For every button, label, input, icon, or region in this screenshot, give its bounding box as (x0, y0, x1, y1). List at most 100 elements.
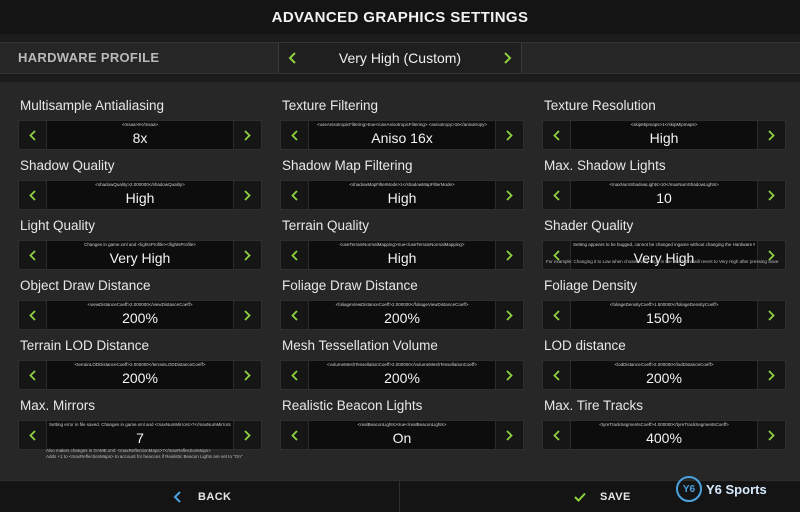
config-hint: Setting error in file saved. Changes in … (49, 422, 231, 427)
back-button[interactable]: BACK (172, 481, 231, 512)
setting-light-quality: Light Quality Changes in game.xml and <l… (18, 218, 262, 270)
value-selector[interactable]: <skipMipmaps>1</skipMipmaps> High (542, 120, 786, 150)
setting-realistic-beacon-lights: Realistic Beacon Lights <realBeaconLight… (280, 398, 524, 450)
hardware-profile-label: HARDWARE PROFILE (18, 50, 160, 65)
setting-label: Shadow Map Filtering (282, 158, 413, 173)
chevron-left-icon[interactable] (543, 361, 571, 389)
config-hint: <viewDistanceCoeff>2.000000</viewDistanc… (87, 302, 193, 307)
setting-value: 200% (384, 310, 420, 326)
value-selector[interactable]: <useTerrainNormalMapping>true</useTerrai… (280, 240, 524, 270)
setting-label: Foliage Density (544, 278, 638, 293)
chevron-left-icon[interactable] (19, 361, 47, 389)
chevron-right-icon[interactable] (495, 301, 523, 329)
value-selector[interactable]: <useAnisotropicFiltering>true</useAnisot… (280, 120, 524, 150)
value-selector[interactable]: <realBeaconLights>true</realBeaconLights… (280, 420, 524, 450)
chevron-left-icon[interactable] (543, 241, 571, 269)
setting-max-tire-tracks: Max. Tire Tracks <tyreTrackSegmentsCoeff… (542, 398, 786, 450)
setting-value: High (387, 250, 417, 266)
config-hint: <tyreTrackSegmentsCoeff>4.000000</tyreTr… (599, 422, 729, 427)
setting-terrain-quality: Terrain Quality <useTerrainNormalMapping… (280, 218, 524, 270)
value-selector[interactable]: <foliageDensityCoeff>1.500000</foliageDe… (542, 300, 786, 330)
chevron-left-icon[interactable] (543, 421, 571, 449)
setting-value: 150% (646, 310, 682, 326)
chevron-right-icon[interactable] (233, 241, 261, 269)
chevron-left-icon[interactable] (19, 241, 47, 269)
config-hint: <skipMipmaps>1</skipMipmaps> (630, 122, 698, 127)
config-hint: <shadowMapFilterMode>1</shadowMapFilterM… (349, 182, 455, 187)
hardware-profile-bar: HARDWARE PROFILE Very High (Custom) (0, 42, 800, 74)
chevron-right-icon[interactable] (495, 45, 521, 71)
chevron-left-icon[interactable] (19, 121, 47, 149)
chevron-right-icon[interactable] (233, 181, 261, 209)
chevron-right-icon[interactable] (495, 421, 523, 449)
chevron-right-icon[interactable] (757, 361, 785, 389)
value-selector[interactable]: <maxNumShadowLights>10</maxNumShadowLigh… (542, 180, 786, 210)
chevron-right-icon[interactable] (495, 361, 523, 389)
setting-foliage-density: Foliage Density <foliageDensityCoeff>1.5… (542, 278, 786, 330)
chevron-right-icon[interactable] (233, 361, 261, 389)
chevron-right-icon[interactable] (757, 421, 785, 449)
chevron-right-icon[interactable] (495, 181, 523, 209)
config-hint: <shadowQuality>2.000000</shadowQuality> (95, 182, 185, 187)
setting-label: Mesh Tessellation Volume (282, 338, 438, 353)
setting-label: Max. Mirrors (20, 398, 95, 413)
value-selector[interactable]: <foliageViewDistanceCoeff>2.000000</foli… (280, 300, 524, 330)
chevron-left-icon[interactable] (281, 301, 309, 329)
setting-value: 200% (646, 370, 682, 386)
mirrors-note-1: Also makes changes in GAME.xml: <maxRefl… (46, 448, 211, 453)
footer-divider (399, 481, 400, 512)
chevron-right-icon[interactable] (233, 421, 261, 449)
chevron-right-icon[interactable] (757, 181, 785, 209)
chevron-left-icon[interactable] (543, 121, 571, 149)
setting-value: High (125, 190, 155, 206)
chevron-right-icon[interactable] (495, 121, 523, 149)
chevron-right-icon[interactable] (757, 301, 785, 329)
chevron-right-icon[interactable] (233, 121, 261, 149)
chevron-right-icon[interactable] (757, 121, 785, 149)
setting-label: Foliage Draw Distance (282, 278, 418, 293)
value-selector[interactable]: <viewDistanceCoeff>2.000000</viewDistanc… (18, 300, 262, 330)
config-hint: <lodDistanceCoeff>2.000000</lodDistanceC… (614, 362, 714, 367)
chevron-left-icon[interactable] (19, 181, 47, 209)
chevron-right-icon[interactable] (495, 241, 523, 269)
value-selector[interactable]: <shadowQuality>2.000000</shadowQuality> H… (18, 180, 262, 210)
setting-label: Max. Shadow Lights (544, 158, 666, 173)
config-hint: <terrainLODDistanceCoeff>2.000000</terra… (74, 362, 206, 367)
setting-label: Terrain LOD Distance (20, 338, 150, 353)
hardware-profile-selector[interactable]: Very High (Custom) (278, 43, 522, 73)
chevron-left-icon[interactable] (281, 241, 309, 269)
value-selector[interactable]: <terrainLODDistanceCoeff>2.000000</terra… (18, 360, 262, 390)
value-selector[interactable]: <tyreTrackSegmentsCoeff>4.000000</tyreTr… (542, 420, 786, 450)
chevron-left-icon[interactable] (543, 181, 571, 209)
setting-object-draw-distance: Object Draw Distance <viewDistanceCoeff>… (18, 278, 262, 330)
settings-panel: Multisample Antialiasing <msaa>8</msaa> 8… (0, 82, 800, 480)
setting-value: 10 (656, 190, 672, 206)
chevron-right-icon[interactable] (757, 241, 785, 269)
value-selector[interactable]: <msaa>8</msaa> 8x (18, 120, 262, 150)
chevron-left-icon[interactable] (19, 301, 47, 329)
chevron-left-icon[interactable] (281, 361, 309, 389)
save-button[interactable]: SAVE (574, 481, 631, 512)
value-selector[interactable]: <lodDistanceCoeff>2.000000</lodDistanceC… (542, 360, 786, 390)
value-selector[interactable]: <shadowMapFilterMode>1</shadowMapFilterM… (280, 180, 524, 210)
value-selector[interactable]: Setting appears to be bugged, cannot be … (542, 240, 786, 270)
value-selector[interactable]: <volumeMeshTessellationCoeff>2.000000</v… (280, 360, 524, 390)
chevron-left-icon[interactable] (543, 301, 571, 329)
chevron-left-icon[interactable] (19, 421, 47, 449)
setting-label: Multisample Antialiasing (20, 98, 165, 113)
value-selector[interactable]: Setting error in file saved. Changes in … (18, 420, 262, 450)
chevron-left-icon[interactable] (281, 181, 309, 209)
setting-value: 7 (136, 430, 144, 446)
chevron-left-icon[interactable] (281, 121, 309, 149)
config-hint: <foliageViewDistanceCoeff>2.000000</foli… (335, 302, 469, 307)
watermark-logo: Y6 Y6 Sports (676, 474, 767, 504)
config-hint: <msaa>8</msaa> (121, 122, 159, 127)
chevron-right-icon[interactable] (233, 301, 261, 329)
setting-value: High (649, 130, 679, 146)
chevron-left-icon[interactable] (279, 45, 305, 71)
value-selector[interactable]: Changes in game.xml and <lightsProfile><… (18, 240, 262, 270)
setting-value: High (387, 190, 417, 206)
logo-mark-icon: Y6 (676, 476, 702, 502)
chevron-left-icon[interactable] (281, 421, 309, 449)
config-hint: <maxNumShadowLights>10</maxNumShadowLigh… (609, 182, 719, 187)
